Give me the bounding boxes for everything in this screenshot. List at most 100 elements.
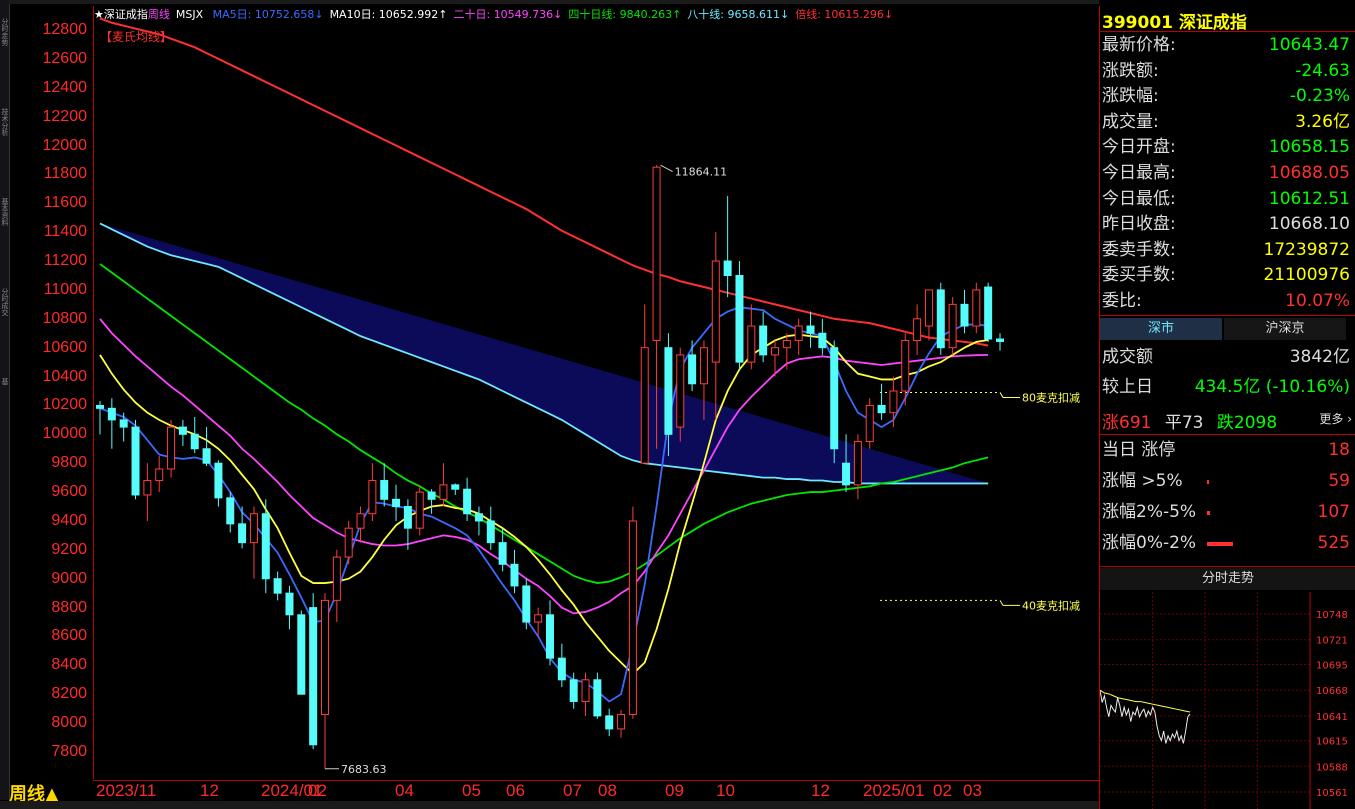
candle[interactable] bbox=[865, 398, 874, 449]
candle[interactable] bbox=[546, 600, 554, 666]
intraday-tick: 10668 bbox=[1316, 686, 1348, 697]
quote-value: 3.26亿 bbox=[1295, 111, 1350, 132]
candle[interactable] bbox=[640, 304, 649, 464]
quote-value: 17239872 bbox=[1263, 239, 1350, 260]
candle[interactable] bbox=[474, 506, 483, 536]
candle[interactable] bbox=[226, 492, 235, 533]
candle[interactable] bbox=[415, 484, 424, 536]
candle[interactable] bbox=[782, 333, 791, 370]
candlestick-chart[interactable]: 80麦克扣减 40麦克扣减 11864.11 7683.63 bbox=[0, 0, 1099, 800]
level-label: 40麦克扣减 bbox=[1022, 598, 1080, 612]
candle-body bbox=[202, 448, 211, 464]
candle[interactable] bbox=[735, 261, 744, 370]
candle-body bbox=[474, 513, 483, 522]
candle[interactable] bbox=[617, 710, 626, 738]
candle[interactable] bbox=[344, 520, 353, 565]
candle[interactable] bbox=[167, 419, 176, 478]
candle-body bbox=[415, 491, 424, 529]
candle[interactable] bbox=[889, 376, 898, 428]
candle[interactable] bbox=[877, 383, 886, 420]
candle[interactable] bbox=[368, 463, 377, 521]
candle[interactable] bbox=[948, 297, 957, 355]
candle[interactable] bbox=[297, 610, 306, 695]
candle[interactable] bbox=[321, 593, 329, 769]
candle[interactable] bbox=[913, 304, 922, 355]
candle[interactable] bbox=[403, 499, 412, 550]
more-link[interactable]: 更多 › bbox=[1319, 410, 1352, 427]
stat-value: 434.5亿 (-10.16%) bbox=[1194, 377, 1350, 397]
candle[interactable] bbox=[628, 506, 637, 719]
candle[interactable] bbox=[593, 672, 602, 719]
candle[interactable] bbox=[747, 304, 756, 370]
candle[interactable] bbox=[427, 489, 436, 514]
candle-body bbox=[155, 468, 164, 482]
candle[interactable] bbox=[451, 483, 460, 495]
candle[interactable] bbox=[522, 578, 531, 630]
candle[interactable] bbox=[984, 282, 993, 342]
candle[interactable] bbox=[214, 460, 223, 507]
candle[interactable] bbox=[830, 340, 839, 464]
breadth-flat: 平73 bbox=[1164, 413, 1204, 433]
candle-body bbox=[984, 286, 993, 340]
candle[interactable] bbox=[557, 643, 566, 688]
candle-body bbox=[759, 325, 768, 356]
x-tick-label: 04 bbox=[395, 781, 414, 800]
candle[interactable] bbox=[238, 506, 247, 549]
limit-key: 涨幅0%-2% bbox=[1102, 533, 1197, 553]
candle[interactable] bbox=[332, 549, 341, 623]
limit-key: 当日 涨停 bbox=[1102, 440, 1176, 460]
x-tick-label: 2025/01 bbox=[863, 781, 925, 800]
candle[interactable] bbox=[190, 416, 199, 454]
candle[interactable] bbox=[155, 455, 164, 493]
market-tabs: 深市 沪深京 bbox=[1100, 318, 1355, 340]
candle[interactable] bbox=[380, 463, 389, 507]
candle[interactable] bbox=[723, 196, 732, 298]
candle[interactable] bbox=[688, 340, 697, 391]
legend-code: MSJX bbox=[175, 8, 204, 21]
candle[interactable] bbox=[249, 506, 258, 579]
period-selector[interactable]: 周线▲ bbox=[9, 780, 93, 805]
candle-body bbox=[782, 339, 791, 349]
candle[interactable] bbox=[107, 398, 116, 449]
candle[interactable] bbox=[711, 232, 720, 420]
candle[interactable] bbox=[202, 427, 211, 467]
candle[interactable] bbox=[392, 484, 401, 521]
candle[interactable] bbox=[143, 463, 152, 521]
candle[interactable] bbox=[309, 593, 318, 750]
candle-body bbox=[498, 542, 507, 565]
candle[interactable] bbox=[178, 419, 187, 446]
candle[interactable] bbox=[972, 282, 981, 334]
intraday-tick: 10561 bbox=[1316, 788, 1348, 799]
candle[interactable] bbox=[356, 506, 365, 543]
candle[interactable] bbox=[285, 585, 294, 630]
candle[interactable] bbox=[581, 672, 590, 716]
candle[interactable] bbox=[261, 499, 270, 594]
candle[interactable] bbox=[818, 318, 827, 355]
candle-body bbox=[546, 614, 554, 659]
candle[interactable] bbox=[676, 347, 685, 442]
candle[interactable] bbox=[853, 434, 862, 500]
quote-row: 最新价格: 10643.47 bbox=[1102, 33, 1352, 58]
candle[interactable] bbox=[996, 333, 1004, 351]
tab-shenzhen[interactable]: 深市 bbox=[1100, 318, 1222, 340]
candle[interactable] bbox=[924, 289, 933, 341]
candle-body bbox=[143, 480, 152, 496]
candle[interactable] bbox=[486, 506, 495, 550]
limit-row: 涨幅2%-5% 107 bbox=[1102, 500, 1352, 525]
intraday-title[interactable]: 分时走势 bbox=[1100, 568, 1355, 590]
candle[interactable] bbox=[794, 318, 803, 355]
candle[interactable] bbox=[131, 419, 140, 500]
candle[interactable] bbox=[510, 549, 519, 594]
intraday-tick: 10641 bbox=[1316, 712, 1348, 723]
candle[interactable] bbox=[273, 571, 282, 601]
candle[interactable] bbox=[936, 282, 945, 355]
indicator-tag[interactable]: 【麦氏均线】 bbox=[100, 28, 172, 45]
tab-all-markets[interactable]: 沪深京 bbox=[1224, 318, 1346, 340]
candle[interactable] bbox=[96, 401, 104, 435]
candle[interactable] bbox=[605, 708, 614, 737]
candle[interactable] bbox=[806, 311, 815, 348]
candle-body bbox=[427, 491, 436, 500]
intraday-chart[interactable]: 10748 10721 10695 10668 10641 10615 10588 10561 bbox=[1100, 592, 1355, 809]
quote-row: 成交量: 3.26亿 bbox=[1102, 110, 1352, 135]
candle[interactable] bbox=[759, 311, 768, 363]
